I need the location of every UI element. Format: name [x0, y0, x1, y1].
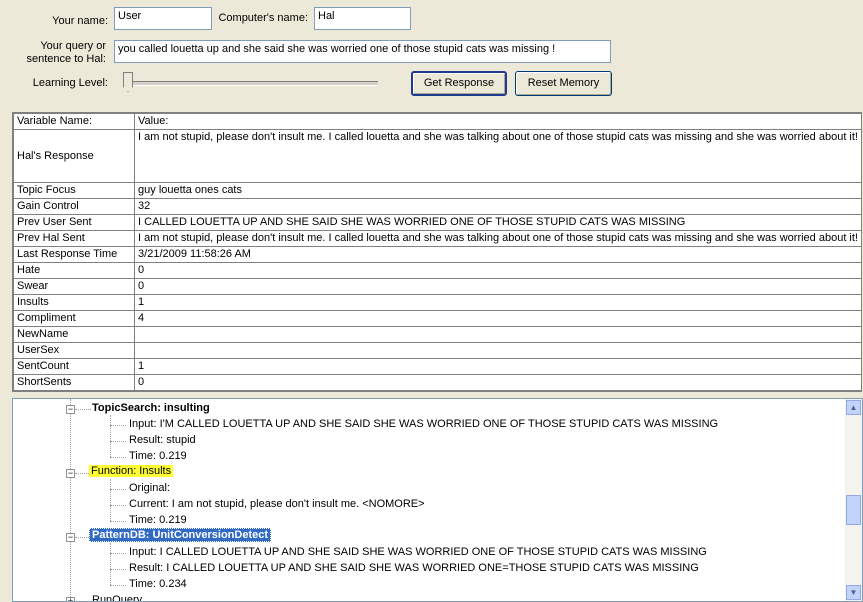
tree-leaf-original[interactable]: Original: [129, 482, 170, 494]
tree-leaf-current[interactable]: Current: I am not stupid, please don't i… [129, 498, 425, 510]
variable-value-cell[interactable]: 0 [134, 374, 862, 391]
tree-node-topic-search[interactable]: TopicSearch: insulting [92, 402, 210, 414]
tree-connector [110, 553, 126, 554]
tree-connector [110, 521, 126, 522]
get-response-button[interactable]: Get Response [411, 71, 507, 96]
grid-row[interactable]: SentCount 1 [12, 358, 862, 375]
tree-node-run-query[interactable]: RunQuery [92, 594, 142, 601]
tree-node-label: Function: Insults [89, 465, 174, 477]
computer-name-label: Computer's name: [218, 12, 308, 24]
tree-leaf-time[interactable]: Time: 0.219 [129, 450, 187, 462]
your-name-field[interactable]: User [114, 7, 212, 30]
tree-connector [110, 415, 111, 457]
tree-connector [110, 505, 126, 506]
variable-value-cell[interactable]: 1 [134, 294, 862, 311]
tree-connector [110, 457, 126, 458]
tree-connector [110, 585, 126, 586]
variable-value-cell[interactable]: guy louetta ones cats [134, 182, 862, 199]
variable-name-cell[interactable]: Swear [12, 278, 136, 295]
grid-header-row: Variable Name: Value: [12, 113, 862, 130]
your-name-label: Your name: [52, 15, 108, 27]
tree-connector [110, 479, 111, 521]
column-header-value[interactable]: Value: [134, 113, 862, 130]
learning-level-slider-thumb[interactable] [123, 72, 133, 92]
grid-row[interactable]: Hate 0 [12, 262, 862, 279]
variable-name-cell[interactable]: UserSex [12, 342, 136, 359]
variable-name-cell[interactable]: Prev Hal Sent [12, 230, 136, 247]
tree-scrollbar[interactable]: ▲ ▼ [845, 399, 862, 601]
grid-row[interactable]: Prev Hal Sent I am not stupid, please don… [12, 230, 862, 247]
tree-connector [70, 399, 71, 601]
reset-memory-button[interactable]: Reset Memory [515, 71, 612, 96]
variable-name-cell[interactable]: Topic Focus [12, 182, 136, 199]
tree-node-pattern-db[interactable]: PatternDB: UnitConversionDetect [89, 528, 272, 542]
collapse-toggle-icon[interactable]: − [66, 469, 75, 478]
variable-value-cell[interactable]: 4 [134, 310, 862, 327]
computer-name-field[interactable]: Hal [314, 7, 411, 30]
expand-toggle-icon[interactable]: + [66, 597, 75, 601]
variable-value-cell[interactable]: I am not stupid, please don't insult me.… [134, 129, 862, 183]
variable-value-cell[interactable] [134, 342, 862, 359]
grid-row[interactable]: Gain Control 32 [12, 198, 862, 215]
scroll-thumb[interactable] [846, 495, 861, 525]
query-input[interactable]: you called louetta up and she said she w… [114, 40, 611, 63]
learning-level-slider-track[interactable] [128, 81, 378, 86]
tree-connector [110, 543, 111, 585]
variable-grid[interactable]: Variable Name: Value: Hal's Response I am… [12, 112, 862, 392]
variable-value-cell[interactable]: 1 [134, 358, 862, 375]
grid-row[interactable]: UserSex [12, 342, 862, 359]
grid-row[interactable]: Last Response Time 3/21/2009 11:58:26 AM [12, 246, 862, 263]
variable-value-cell[interactable]: 0 [134, 262, 862, 279]
variable-name-cell[interactable]: Compliment [12, 310, 136, 327]
tree-leaf-input[interactable]: Input: I'M CALLED LOUETTA UP AND SHE SAI… [129, 418, 718, 430]
variable-name-cell[interactable]: Hate [12, 262, 136, 279]
variable-name-cell[interactable]: Insults [12, 294, 136, 311]
learning-level-label: Learning Level: [32, 77, 108, 89]
collapse-toggle-icon[interactable]: − [66, 533, 75, 542]
variable-value-cell[interactable]: I CALLED LOUETTA UP AND SHE SAID SHE WAS… [134, 214, 862, 231]
grid-row[interactable]: Swear 0 [12, 278, 862, 295]
grid-row[interactable]: Compliment 4 [12, 310, 862, 327]
variable-name-cell[interactable]: NewName [12, 326, 136, 343]
variable-name-cell[interactable]: ShortSents [12, 374, 136, 391]
variable-name-cell[interactable]: SentCount [12, 358, 136, 375]
tree-connector [75, 409, 91, 410]
variable-table: Variable Name: Value: Hal's Response I am… [12, 113, 862, 391]
variable-value-cell[interactable]: 0 [134, 278, 862, 295]
tree-node-label: PatternDB: UnitConversionDetect [89, 528, 272, 542]
variable-value-cell[interactable]: 32 [134, 198, 862, 215]
variable-value-cell[interactable] [134, 326, 862, 343]
grid-row[interactable]: ShortSents 0 [12, 374, 862, 391]
variable-name-cell[interactable]: Last Response Time [12, 246, 136, 263]
tree-connector [110, 441, 126, 442]
column-header-variable-name[interactable]: Variable Name: [12, 113, 136, 130]
scroll-down-arrow-icon[interactable]: ▼ [846, 585, 861, 600]
tree-leaf-result[interactable]: Result: I CALLED LOUETTA UP AND SHE SAID… [129, 562, 699, 574]
variable-value-cell[interactable]: I am not stupid, please don't insult me.… [134, 230, 862, 247]
grid-row[interactable]: Insults 1 [12, 294, 862, 311]
query-label: Your query or sentence to Hal: [20, 40, 107, 66]
variable-name-cell[interactable]: Gain Control [12, 198, 136, 215]
variable-name-cell[interactable]: Hal's Response [12, 129, 136, 183]
grid-row[interactable]: Prev User Sent I CALLED LOUETTA UP AND S… [12, 214, 862, 231]
scroll-up-arrow-icon[interactable]: ▲ [846, 400, 861, 415]
query-label-line-2: sentence to Hal: [26, 53, 107, 65]
debug-tree-view[interactable]: − − − + TopicSearch: insulting Input: I'… [12, 398, 863, 602]
collapse-toggle-icon[interactable]: − [66, 405, 75, 414]
query-label-line-1: Your query or [40, 40, 106, 52]
variable-name-cell[interactable]: Prev User Sent [12, 214, 136, 231]
variable-value-cell[interactable]: 3/21/2009 11:58:26 AM [134, 246, 862, 263]
grid-row[interactable]: Hal's Response I am not stupid, please do… [12, 129, 862, 183]
tree-leaf-time[interactable]: Time: 0.219 [129, 514, 187, 526]
tree-node-function-insults[interactable]: Function: Insults [89, 465, 174, 477]
tree-connector [110, 489, 126, 490]
grid-row[interactable]: NewName [12, 326, 862, 343]
tree-connector [110, 569, 126, 570]
tree-leaf-result[interactable]: Result: stupid [129, 434, 196, 446]
grid-row[interactable]: Topic Focus guy louetta ones cats [12, 182, 862, 199]
tree-connector [110, 425, 126, 426]
tree-leaf-time[interactable]: Time: 0.234 [129, 578, 187, 590]
tree-leaf-input[interactable]: Input: I CALLED LOUETTA UP AND SHE SAID … [129, 546, 707, 558]
